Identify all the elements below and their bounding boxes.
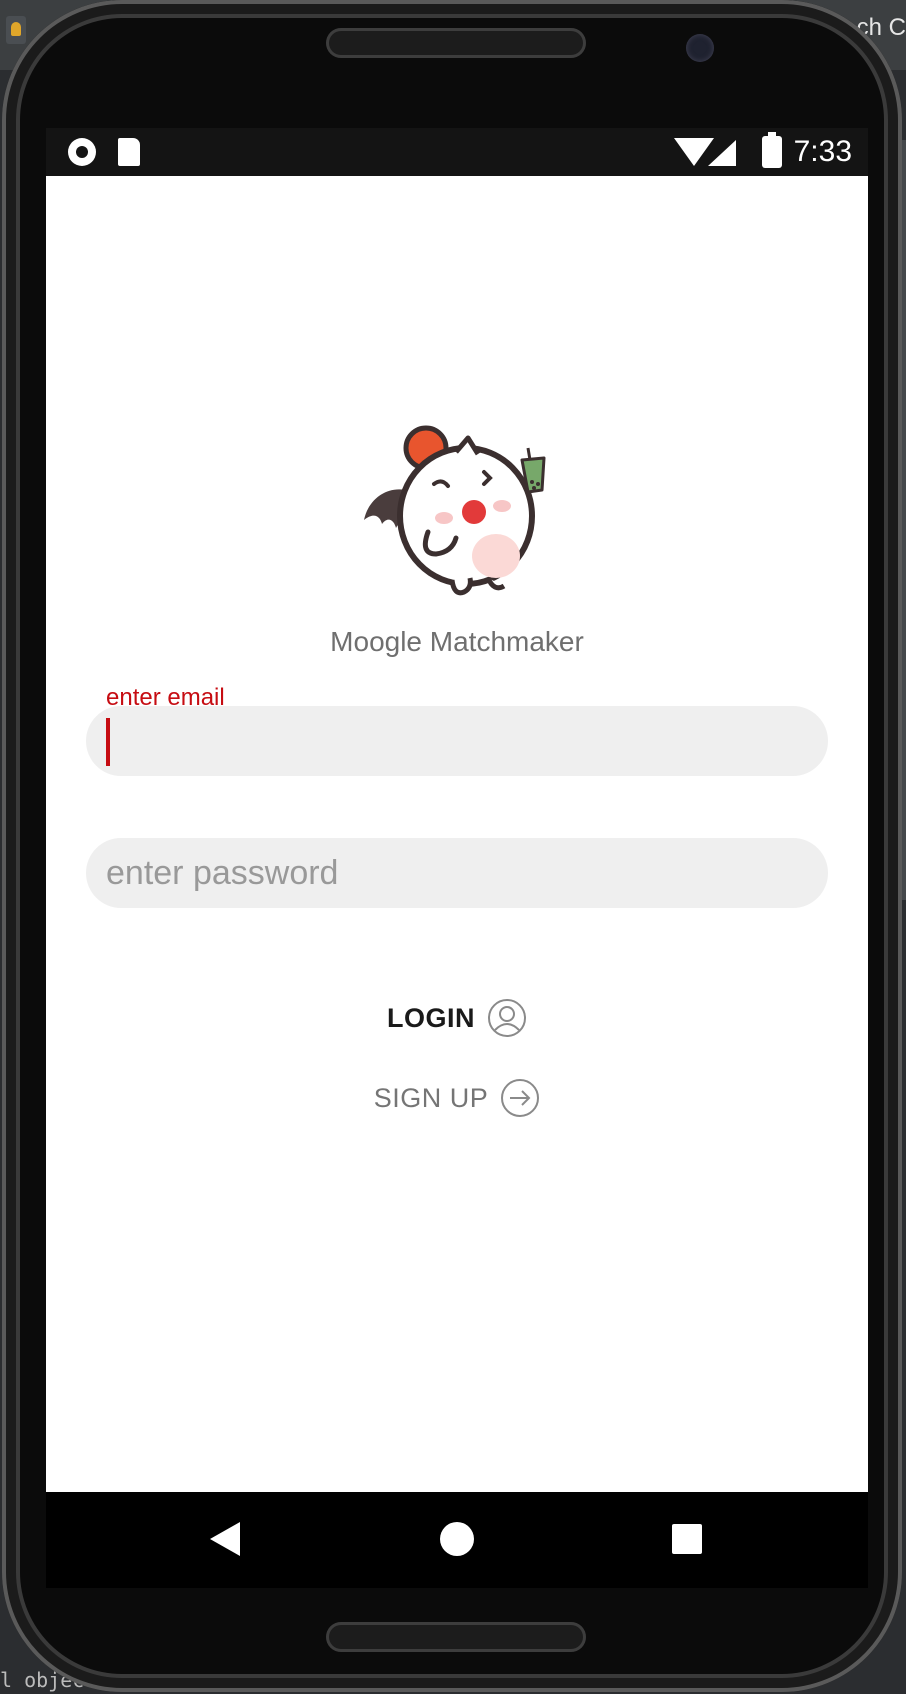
password-field[interactable] — [86, 838, 828, 908]
signup-button-label: SIGN UP — [373, 1082, 489, 1113]
sd-card-icon — [118, 138, 140, 166]
app-launcher-icon — [6, 16, 26, 44]
cell-signal-icon — [708, 140, 736, 166]
login-button-label: LOGIN — [387, 1002, 475, 1033]
front-camera — [686, 34, 714, 62]
bottom-speaker — [326, 1622, 586, 1652]
moogle-mascot-icon — [364, 425, 546, 596]
battery-charging-icon — [762, 132, 782, 168]
arrow-right-circle-icon — [501, 1079, 540, 1117]
signup-button[interactable]: SIGN UP — [46, 1076, 868, 1120]
home-icon[interactable] — [440, 1522, 474, 1556]
device-screen: 7:33 Moogle Matchmaker enter email LOGIN… — [46, 128, 868, 1588]
phone-frame: 7:33 Moogle Matchmaker enter email LOGIN… — [2, 0, 902, 1692]
user-circle-icon — [488, 999, 526, 1037]
email-field[interactable] — [86, 706, 828, 776]
status-bar: 7:33 — [46, 128, 868, 176]
record-icon — [68, 138, 96, 166]
top-speaker — [326, 28, 586, 58]
back-icon[interactable] — [210, 1522, 240, 1556]
text-cursor — [106, 718, 110, 766]
login-button[interactable]: LOGIN — [46, 996, 868, 1040]
status-time: 7:33 — [793, 135, 852, 168]
recents-icon[interactable] — [672, 1524, 702, 1554]
login-screen: Moogle Matchmaker enter email LOGIN SIGN… — [46, 176, 868, 1492]
navigation-bar — [46, 1492, 868, 1588]
app-title: Moogle Matchmaker — [330, 626, 584, 657]
